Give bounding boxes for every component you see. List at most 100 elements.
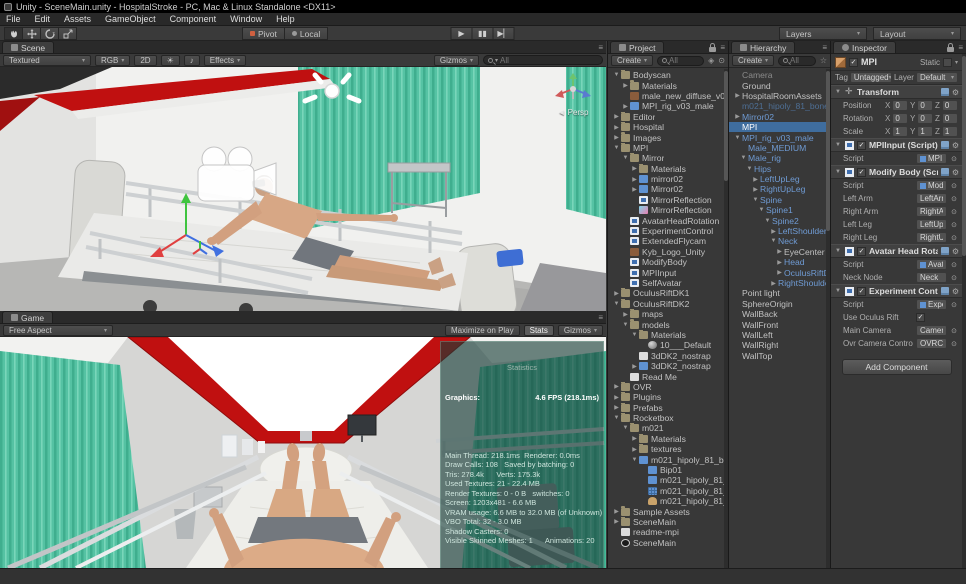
maximize-on-play-toggle[interactable]: Maximize on Play: [445, 325, 520, 336]
save-search-star-icon[interactable]: ☆: [820, 56, 827, 65]
hierarchy-tree-row[interactable]: WallRight: [729, 340, 826, 350]
expander-icon[interactable]: ▶: [630, 435, 639, 442]
expander-icon[interactable]: ▼: [630, 332, 639, 338]
persp-label[interactable]: ◄ Persp: [550, 108, 596, 117]
expander-icon[interactable]: ▼: [739, 155, 748, 161]
expander-icon[interactable]: ▼: [751, 197, 760, 203]
hierarchy-tree-row[interactable]: ▼ Spine2: [729, 215, 826, 225]
expander-icon[interactable]: ▼: [733, 135, 742, 141]
object-picker-icon[interactable]: ⊙: [950, 195, 958, 203]
aspect-dropdown[interactable]: Free Aspect▾: [3, 325, 113, 336]
expander-icon[interactable]: ▶: [630, 446, 639, 453]
expander-icon[interactable]: ▼: [763, 218, 772, 224]
hierarchy-tree-row[interactable]: ▼ Neck: [729, 236, 826, 246]
help-book-icon[interactable]: [941, 88, 949, 96]
shading-mode-dropdown[interactable]: Textured▾: [3, 55, 91, 66]
expander-icon[interactable]: ▶: [751, 186, 760, 193]
hierarchy-tree-row[interactable]: WallLeft: [729, 330, 826, 340]
component-enabled-checkbox[interactable]: ✓: [857, 287, 866, 296]
project-tree-row[interactable]: MirrorReflection: [608, 205, 724, 215]
expander-icon[interactable]: ▼: [757, 207, 766, 213]
component-header[interactable]: ▼ ✓ Experiment Control (Script) ⚙: [831, 284, 962, 298]
object-picker-icon[interactable]: ⊙: [950, 261, 958, 269]
project-tree-row[interactable]: AvatarHeadRotation: [608, 215, 724, 225]
property-value-field[interactable]: Neck: [916, 272, 947, 283]
hierarchy-tree-row[interactable]: ▼ Hips: [729, 164, 826, 174]
expander-icon[interactable]: ▼: [834, 89, 842, 95]
layer-dropdown[interactable]: Default▾: [916, 72, 958, 83]
hierarchy-tree-row[interactable]: ▼ Spine1: [729, 205, 826, 215]
hierarchy-tree-row[interactable]: WallBack: [729, 309, 826, 319]
help-book-icon[interactable]: [941, 247, 949, 255]
property-value-field[interactable]: ModifyBody: [916, 180, 947, 191]
project-tree-row[interactable]: ▼ models: [608, 319, 724, 329]
hierarchy-create-dropdown[interactable]: Create▾: [732, 55, 774, 66]
hierarchy-tree-row[interactable]: ▼ Male_rig: [729, 153, 826, 163]
static-checkbox[interactable]: [943, 58, 952, 67]
project-tree-row[interactable]: ▶ Materials: [608, 434, 724, 444]
project-tree-row[interactable]: ▼ Bodyscan: [608, 70, 724, 80]
object-picker-icon[interactable]: ⊙: [950, 221, 958, 229]
help-book-icon[interactable]: [941, 168, 949, 176]
expander-icon[interactable]: ▼: [612, 301, 621, 307]
expander-icon[interactable]: ▶: [630, 363, 639, 370]
game-viewport[interactable]: Statistics Graphics: 4.6 FPS (218.1ms) M…: [0, 337, 606, 568]
expander-icon[interactable]: ▶: [612, 508, 621, 515]
project-tree-row[interactable]: ▶ Materials: [608, 164, 724, 174]
object-picker-icon[interactable]: ⊙: [950, 208, 958, 216]
axis-value-field[interactable]: 0: [942, 113, 958, 124]
property-value-field[interactable]: LeftUpLeg: [916, 219, 947, 230]
project-tree-row[interactable]: MirrorReflection: [608, 195, 724, 205]
project-tree-row[interactable]: ExperimentControl: [608, 226, 724, 236]
project-tree-row[interactable]: ▶ OVR: [608, 382, 724, 392]
expander-icon[interactable]: ▶: [621, 103, 630, 110]
project-tree-row[interactable]: Bip01: [608, 465, 724, 475]
tag-dropdown[interactable]: Untagged▾: [850, 72, 892, 83]
game-gizmos-dropdown[interactable]: Gizmos▾: [558, 325, 603, 336]
project-tree-row[interactable]: ExtendedFlycam: [608, 236, 724, 246]
help-book-icon[interactable]: [941, 287, 949, 295]
object-picker-icon[interactable]: ⊙: [950, 340, 958, 348]
tab-inspector[interactable]: Inspector: [833, 41, 896, 53]
scene-search-input[interactable]: ▾ All: [483, 55, 603, 65]
search-by-type-icon[interactable]: ◈: [708, 56, 714, 65]
project-tree-row[interactable]: SceneMain: [608, 538, 724, 548]
gear-icon[interactable]: ⚙: [952, 168, 959, 177]
expander-icon[interactable]: ▶: [612, 113, 621, 120]
layout-dropdown[interactable]: Layout▾: [873, 27, 961, 40]
project-tree-row[interactable]: ▼ MPI: [608, 143, 724, 153]
hierarchy-search-input[interactable]: All: [778, 56, 816, 66]
project-tree-row[interactable]: ▼ Mirror: [608, 153, 724, 163]
project-tree-row[interactable]: ▶ mirror02: [608, 174, 724, 184]
property-value-field[interactable]: MPIInput: [916, 153, 947, 164]
project-tree-row[interactable]: m021_hipoly_81_bones: [608, 486, 724, 496]
project-tree-row[interactable]: m021_hipoly_81_bones: [608, 475, 724, 485]
object-picker-icon[interactable]: ⊙: [950, 234, 958, 242]
hierarchy-tree-row[interactable]: ▼ MPI_rig_v03_male: [729, 132, 826, 142]
hierarchy-tree-row[interactable]: ▶ EyeCenter: [729, 247, 826, 257]
expander-icon[interactable]: ▶: [612, 404, 621, 411]
2d-toggle[interactable]: 2D: [134, 55, 156, 66]
active-checkbox[interactable]: ✓: [849, 58, 858, 67]
project-tree-row[interactable]: ▶ Images: [608, 132, 724, 142]
property-value-field[interactable]: Camera: [916, 325, 947, 336]
expander-icon[interactable]: ▼: [621, 322, 630, 328]
component-enabled-checkbox[interactable]: ✓: [857, 168, 866, 177]
help-book-icon[interactable]: [941, 141, 949, 149]
axis-value-field[interactable]: 0: [892, 100, 908, 111]
hierarchy-tree-row[interactable]: ▶ Mirror02: [729, 112, 826, 122]
project-tree-row[interactable]: male_new_diffuse_v01: [608, 91, 724, 101]
project-tree-row[interactable]: 3dDK2_nostrap: [608, 351, 724, 361]
play-button[interactable]: ▶: [451, 27, 473, 40]
menu-item[interactable]: Component: [170, 14, 217, 24]
hierarchy-tree-row[interactable]: WallTop: [729, 351, 826, 361]
hierarchy-tree-row[interactable]: ▶ HospitalRoomAssets: [729, 91, 826, 101]
search-by-label-icon[interactable]: ⊙: [718, 56, 725, 65]
menu-item[interactable]: Edit: [35, 14, 51, 24]
project-tree-row[interactable]: m021_hipoly_81_bonesAva: [608, 496, 724, 506]
project-tree-row[interactable]: ▶ Hospital: [608, 122, 724, 132]
inspector-scrollbar[interactable]: [962, 54, 966, 568]
project-tree-row[interactable]: ▼ m021: [608, 423, 724, 433]
expander-icon[interactable]: ▶: [621, 82, 630, 89]
axis-value-field[interactable]: 0: [892, 113, 908, 124]
